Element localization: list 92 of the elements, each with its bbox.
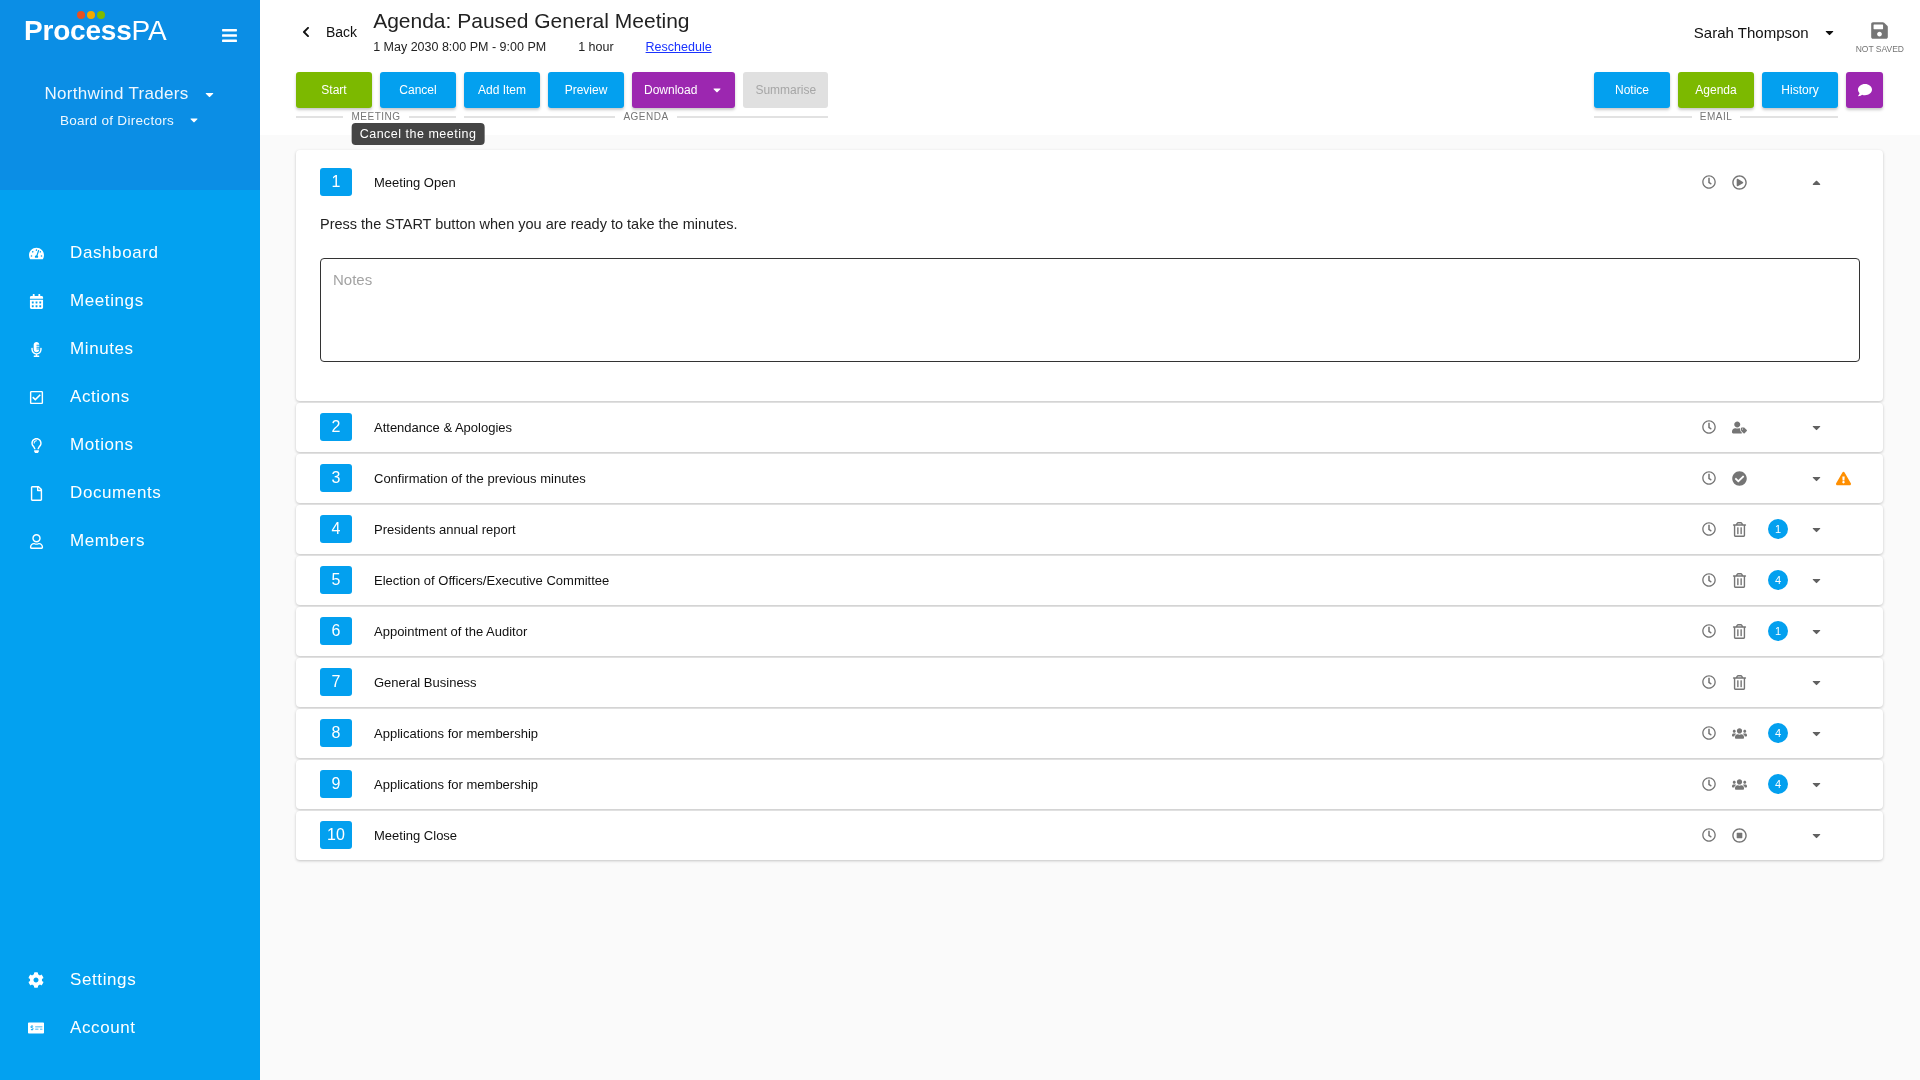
clock-icon[interactable] — [1702, 675, 1716, 689]
person-tag-icon[interactable] — [1731, 419, 1747, 435]
item-title: General Business — [374, 674, 477, 690]
play-icon[interactable] — [1731, 174, 1747, 190]
trash-icon[interactable] — [1731, 674, 1747, 690]
item-number: 3 — [320, 464, 352, 492]
item-number: 7 — [320, 668, 352, 696]
toolbar-button[interactable]: Preview — [548, 72, 624, 108]
item-number: 9 — [320, 770, 352, 798]
item-title: Election of Officers/Executive Committee — [374, 572, 610, 588]
people-icon[interactable] — [1731, 776, 1747, 792]
nav-link[interactable]: Documents — [0, 469, 260, 517]
nav-link[interactable]: Members — [0, 517, 260, 565]
item-title: Meeting Close — [374, 827, 458, 843]
nav-link[interactable]: Motions — [0, 421, 260, 469]
organisation-selector[interactable]: Northwind Traders — [44, 83, 216, 105]
trash-icon[interactable] — [1731, 521, 1747, 537]
toolbar-button[interactable]: Agenda — [1678, 72, 1754, 108]
meeting-duration: 1 hour — [578, 39, 614, 56]
item-number: 10 — [320, 821, 352, 849]
item-title: Presidents annual report — [374, 521, 516, 537]
count-badge: 4 — [1768, 570, 1788, 590]
microphone-icon — [28, 341, 44, 357]
page-title: Agenda: Paused General Meeting — [373, 8, 691, 34]
nav-link[interactable]: Meetings — [0, 277, 260, 325]
back-link[interactable]: Back — [296, 22, 358, 42]
item-number: 6 — [320, 617, 352, 645]
clock-icon[interactable] — [1702, 471, 1716, 485]
reschedule-link[interactable]: Reschedule — [645, 38, 712, 56]
group-label: AGENDA — [622, 111, 670, 123]
item-title: Applications for membership — [374, 776, 539, 792]
stop-icon[interactable] — [1731, 827, 1747, 843]
nav-link[interactable]: Actions — [0, 373, 260, 421]
speech-bubble-icon — [1857, 83, 1872, 97]
clock-icon[interactable] — [1702, 175, 1716, 189]
item-number: 4 — [320, 515, 352, 543]
gauge-icon — [28, 245, 44, 261]
clock-icon[interactable] — [1702, 726, 1716, 740]
save-icon[interactable] — [1870, 21, 1890, 40]
save-status: NOT SAVED — [1855, 44, 1904, 54]
toolbar-button[interactable]: Start — [296, 72, 372, 108]
item-title: Applications for membership — [374, 725, 539, 741]
item-number: 2 — [320, 413, 352, 441]
item-title: Meeting Open — [374, 174, 456, 190]
calendar-icon — [28, 293, 44, 309]
clock-icon[interactable] — [1702, 522, 1716, 536]
nav-link[interactable]: Minutes — [0, 325, 260, 373]
item-number: 8 — [320, 719, 352, 747]
group-label: MEETING — [350, 111, 402, 123]
count-badge: 4 — [1768, 774, 1788, 794]
item-number: 5 — [320, 566, 352, 594]
file-icon — [28, 485, 44, 501]
count-badge: 4 — [1768, 723, 1788, 743]
user-icon — [28, 533, 44, 549]
logo-dots-icon — [77, 11, 105, 19]
download-menu-button[interactable]: Download — [632, 72, 736, 108]
toolbar-button[interactable]: History — [1762, 72, 1838, 108]
notes-field[interactable]: Notes — [320, 258, 1860, 362]
clock-icon[interactable] — [1702, 573, 1716, 587]
user-menu[interactable]: Sarah Thompson — [1693, 22, 1836, 42]
clock-icon[interactable] — [1702, 420, 1716, 434]
toolbar-button[interactable]: Add Item — [464, 72, 540, 108]
trash-icon[interactable] — [1731, 572, 1747, 588]
item-number: 1 — [320, 168, 352, 196]
item-title: Appointment of the Auditor — [374, 623, 528, 639]
committee-selector[interactable]: Board of Directors — [59, 111, 201, 129]
nav-link[interactable]: Dashboard — [0, 229, 260, 277]
group-label: EMAIL — [1698, 111, 1734, 123]
clock-icon[interactable] — [1702, 777, 1716, 791]
card-icon — [28, 1020, 44, 1036]
meeting-datetime: 1 May 2030 8:00 PM - 9:00 PM — [373, 39, 547, 56]
item-title: Attendance & Apologies — [374, 419, 513, 435]
checkbox-icon — [28, 389, 44, 405]
chevron-left-icon — [300, 26, 312, 38]
chat-button[interactable] — [1846, 72, 1883, 108]
nav-link[interactable]: Settings — [0, 956, 260, 1004]
clock-icon[interactable] — [1702, 828, 1716, 842]
nav-link[interactable]: Account — [0, 1004, 260, 1052]
toolbar-button[interactable]: Notice — [1594, 72, 1670, 108]
logo-text: ProcessPA — [24, 16, 167, 46]
count-badge: 1 — [1768, 519, 1788, 539]
item-description: Press the START button when you are ready to take the minutes. — [320, 215, 739, 234]
people-icon[interactable] — [1731, 725, 1747, 741]
clock-icon[interactable] — [1702, 624, 1716, 638]
lightbulb-icon — [28, 437, 44, 453]
item-title: Confirmation of the previous minutes — [374, 470, 586, 486]
toolbar-button[interactable]: Cancel — [380, 72, 456, 108]
tooltip: Cancel the meeting — [351, 123, 485, 145]
count-badge: 1 — [1768, 621, 1788, 641]
menu-icon[interactable] — [221, 27, 238, 44]
trash-icon[interactable] — [1731, 623, 1747, 639]
settings-icon — [28, 972, 44, 988]
